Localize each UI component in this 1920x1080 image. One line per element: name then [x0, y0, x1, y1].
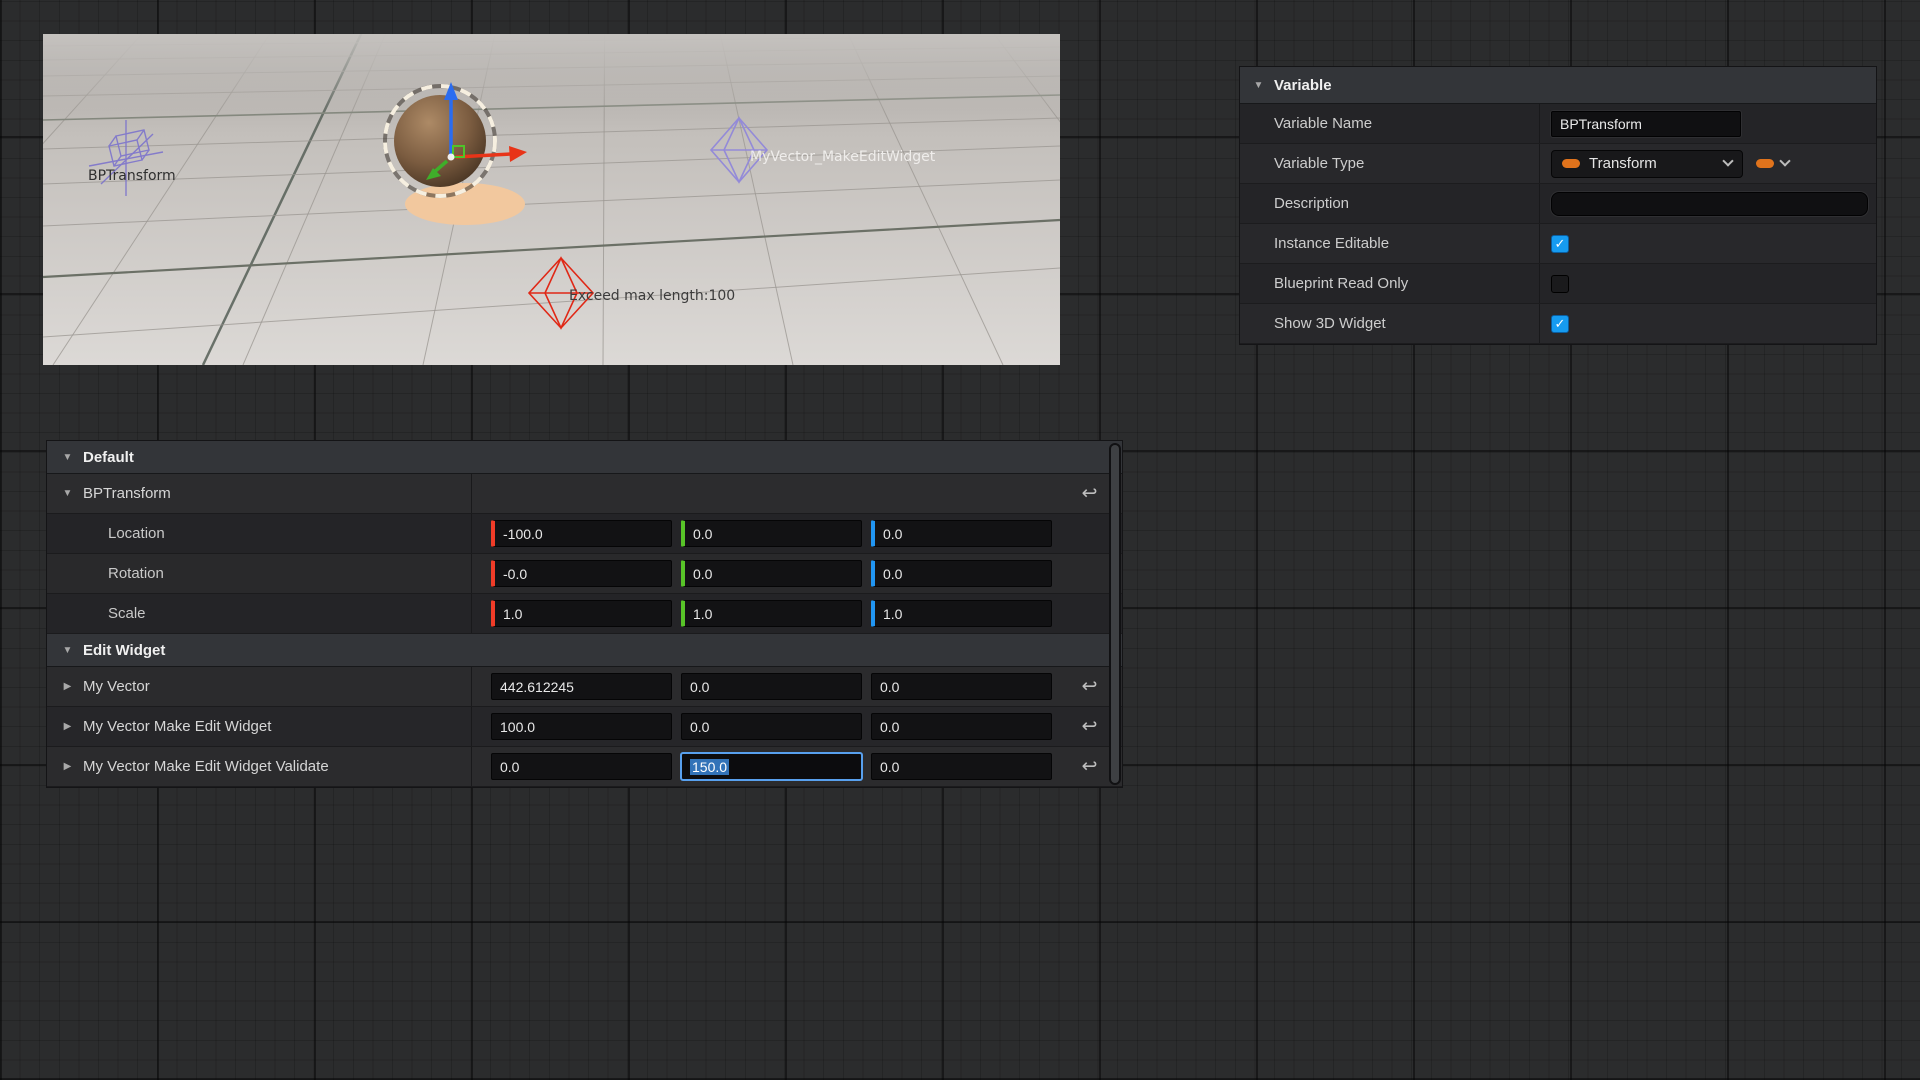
rotation-row: Rotation -0.0 0.0 0.0 [47, 554, 1122, 594]
location-z-field[interactable]: 0.0 [871, 520, 1052, 547]
variable-name-row: Variable Name [1240, 104, 1876, 144]
description-label: Description [1274, 195, 1349, 212]
expand-arrow-icon[interactable]: ▶ [61, 721, 74, 732]
variable-category-title: Variable [1274, 77, 1332, 94]
myvector-edit-widget-label: MyVector_MakeEditWidget [750, 149, 936, 165]
variable-type-dropdown[interactable]: Transform [1551, 150, 1743, 178]
scrollbar-thumb[interactable] [1111, 445, 1119, 783]
my-vector-y-field[interactable]: 0.0 [681, 673, 862, 700]
expand-arrow-icon[interactable]: ▶ [61, 761, 74, 772]
my-vector-make-edit-widget-label: My Vector Make Edit Widget [83, 718, 271, 735]
collapse-arrow-icon: ▼ [61, 645, 74, 656]
instance-editable-row: Instance Editable ✓ [1240, 224, 1876, 264]
my-vector-make-edit-widget-validate-row: ▶ My Vector Make Edit Widget Validate 0.… [47, 747, 1122, 787]
blueprint-defaults-panel: ▼ Default ▼ BPTransform ↩ Location -100.… [47, 441, 1122, 787]
bptransform-group-row[interactable]: ▼ BPTransform ↩ [47, 474, 1122, 514]
my-vector-make-edit-widget-x-field[interactable]: 100.0 [491, 713, 672, 740]
chevron-down-icon [1722, 155, 1733, 166]
transform-type-pill-icon [1562, 159, 1580, 168]
reset-to-default-button[interactable]: ↩ [1082, 484, 1098, 503]
my-vector-z-field[interactable]: 0.0 [871, 673, 1052, 700]
chevron-down-icon [1779, 155, 1790, 166]
gizmo-origin-dot [448, 154, 455, 161]
validate-z-field[interactable]: 0.0 [871, 753, 1052, 780]
my-vector-make-edit-widget-row: ▶ My Vector Make Edit Widget 100.0 0.0 0… [47, 707, 1122, 747]
reset-to-default-button[interactable]: ↩ [1082, 677, 1098, 696]
instance-editable-checkbox[interactable]: ✓ [1551, 235, 1569, 253]
container-type-pill-icon [1756, 159, 1774, 168]
container-type-selector[interactable] [1756, 159, 1789, 168]
validate-warning-label: Exceed max length:100 [569, 288, 735, 304]
expand-arrow-icon[interactable]: ▶ [61, 681, 74, 692]
show-3d-widget-label: Show 3D Widget [1274, 315, 1386, 332]
blueprint-read-only-label: Blueprint Read Only [1274, 275, 1408, 292]
rotation-label: Rotation [108, 565, 164, 582]
edit-widget-category-header[interactable]: ▼ Edit Widget [47, 634, 1122, 667]
default-category-title: Default [83, 449, 134, 466]
collapse-arrow-icon: ▼ [61, 488, 74, 499]
blueprint-read-only-checkbox[interactable]: ✓ [1551, 275, 1569, 293]
my-vector-row: ▶ My Vector 442.612245 0.0 0.0 ↩ [47, 667, 1122, 707]
description-input[interactable] [1551, 192, 1868, 216]
show-3d-widget-checkbox[interactable]: ✓ [1551, 315, 1569, 333]
scale-x-field[interactable]: 1.0 [491, 600, 672, 627]
description-row: Description [1240, 184, 1876, 224]
location-row: Location -100.0 0.0 0.0 [47, 514, 1122, 554]
scale-z-field[interactable]: 1.0 [871, 600, 1052, 627]
scale-label: Scale [108, 605, 146, 622]
my-vector-make-edit-widget-validate-label: My Vector Make Edit Widget Validate [83, 758, 329, 775]
checkmark-icon: ✓ [1555, 237, 1566, 250]
default-category-header[interactable]: ▼ Default [47, 441, 1122, 474]
viewport-preview[interactable]: BPTransform MyV [43, 34, 1060, 365]
scale-row: Scale 1.0 1.0 1.0 [47, 594, 1122, 634]
bptransform-group-label: BPTransform [83, 485, 171, 502]
reset-to-default-button[interactable]: ↩ [1082, 717, 1098, 736]
my-vector-make-edit-widget-z-field[interactable]: 0.0 [871, 713, 1052, 740]
collapse-arrow-icon: ▼ [61, 452, 74, 463]
reset-to-default-button[interactable]: ↩ [1082, 757, 1098, 776]
blueprint-read-only-row: Blueprint Read Only ✓ [1240, 264, 1876, 304]
location-y-field[interactable]: 0.0 [681, 520, 862, 547]
checkmark-icon: ✓ [1555, 317, 1566, 330]
location-x-field[interactable]: -100.0 [491, 520, 672, 547]
edit-widget-category-title: Edit Widget [83, 642, 165, 659]
variable-name-input[interactable] [1551, 111, 1741, 137]
variable-type-label: Variable Type [1274, 155, 1364, 172]
instance-editable-label: Instance Editable [1274, 235, 1389, 252]
sphere-mesh[interactable] [394, 95, 486, 187]
rotation-z-field[interactable]: 0.0 [871, 560, 1052, 587]
distance-haze [43, 34, 1060, 114]
validate-y-field-focused[interactable]: 150.0 [681, 753, 862, 780]
blueprint-graph-background[interactable]: BPTransform MyV [0, 0, 1920, 1080]
my-vector-label: My Vector [83, 678, 150, 695]
variable-details-panel: ▼ Variable Variable Name Variable Type T… [1240, 67, 1876, 344]
variable-category-header[interactable]: ▼ Variable [1240, 67, 1876, 104]
rotation-x-field[interactable]: -0.0 [491, 560, 672, 587]
variable-name-label: Variable Name [1274, 115, 1372, 132]
variable-type-row: Variable Type Transform [1240, 144, 1876, 184]
details-scrollbar[interactable] [1109, 443, 1121, 785]
scale-y-field[interactable]: 1.0 [681, 600, 862, 627]
collapse-arrow-icon: ▼ [1252, 80, 1265, 91]
my-vector-make-edit-widget-y-field[interactable]: 0.0 [681, 713, 862, 740]
3d-viewport-canvas[interactable]: BPTransform MyV [43, 34, 1060, 365]
location-label: Location [108, 525, 165, 542]
show-3d-widget-row: Show 3D Widget ✓ [1240, 304, 1876, 344]
variable-type-value: Transform [1589, 155, 1657, 172]
rotation-y-field[interactable]: 0.0 [681, 560, 862, 587]
validate-x-field[interactable]: 0.0 [491, 753, 672, 780]
bptransform-widget-label: BPTransform [88, 168, 176, 184]
my-vector-x-field[interactable]: 442.612245 [491, 673, 672, 700]
